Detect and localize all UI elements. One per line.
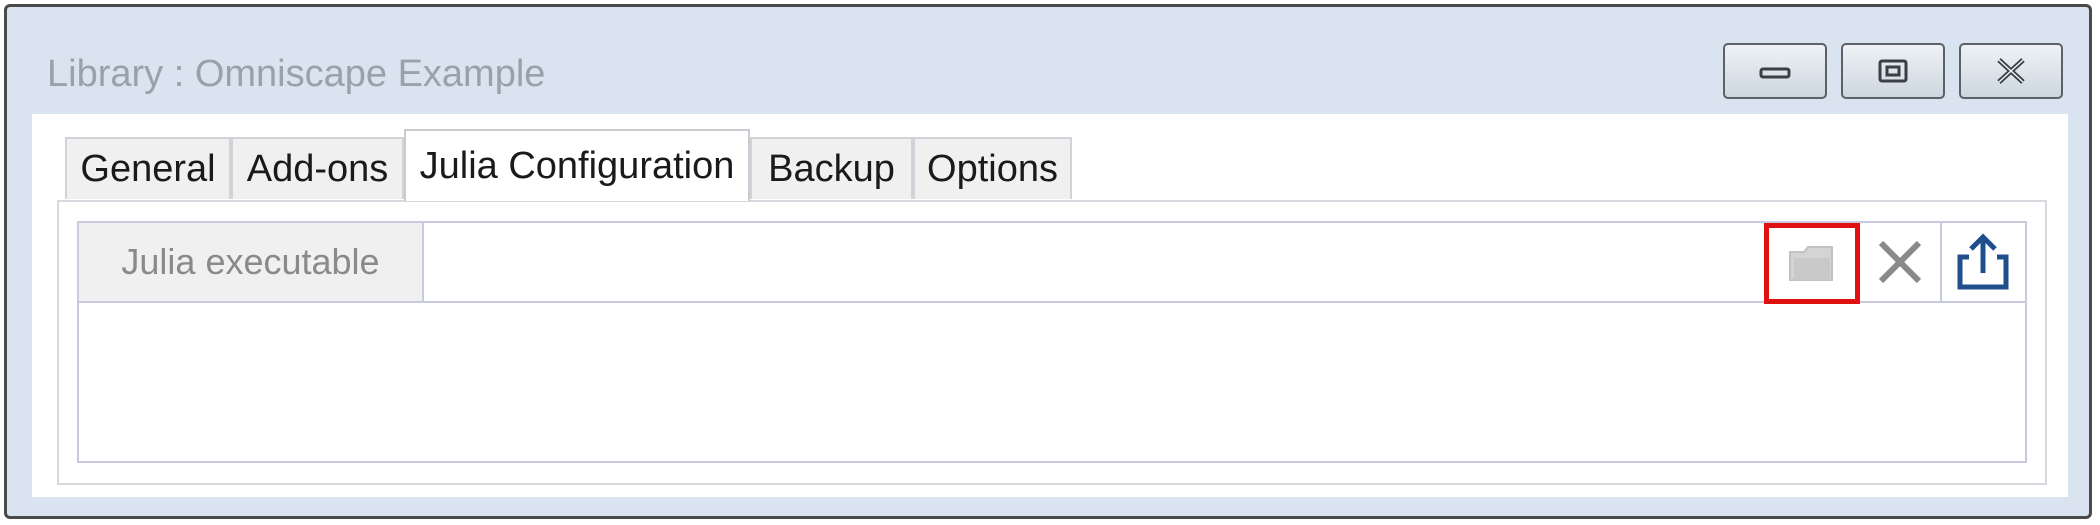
window-title: Library : Omniscape Example <box>47 53 546 95</box>
library-window: Library : Omniscape Example General Add-… <box>4 4 2092 519</box>
restore-icon <box>1878 59 1908 83</box>
tab-backup[interactable]: Backup <box>750 137 913 199</box>
minimize-button[interactable] <box>1723 43 1827 99</box>
property-grid: Julia executable <box>77 221 2027 463</box>
close-icon <box>1997 58 2025 84</box>
julia-configuration-panel: Julia executable <box>57 200 2047 485</box>
clear-button[interactable] <box>1860 223 1942 301</box>
tab-options[interactable]: Options <box>913 137 1072 199</box>
dialog-content: General Add-ons Julia Configuration Back… <box>32 114 2068 497</box>
tab-add-ons[interactable]: Add-ons <box>231 137 404 199</box>
row-header-label: Julia executable <box>79 223 424 301</box>
minimize-icon <box>1759 67 1791 79</box>
title-bar[interactable]: Library : Omniscape Example <box>7 7 2089 112</box>
export-button[interactable] <box>1942 223 2024 301</box>
tab-julia-configuration[interactable]: Julia Configuration <box>404 129 750 201</box>
folder-icon <box>1789 245 1833 281</box>
delete-x-icon <box>1878 240 1922 284</box>
close-button[interactable] <box>1959 43 2063 99</box>
julia-executable-row: Julia executable <box>79 223 2025 304</box>
export-icon <box>1957 233 2009 290</box>
julia-executable-value[interactable] <box>426 223 1436 301</box>
tab-general[interactable]: General <box>65 137 231 199</box>
restore-button[interactable] <box>1841 43 1945 99</box>
browse-button[interactable] <box>1764 223 1860 304</box>
